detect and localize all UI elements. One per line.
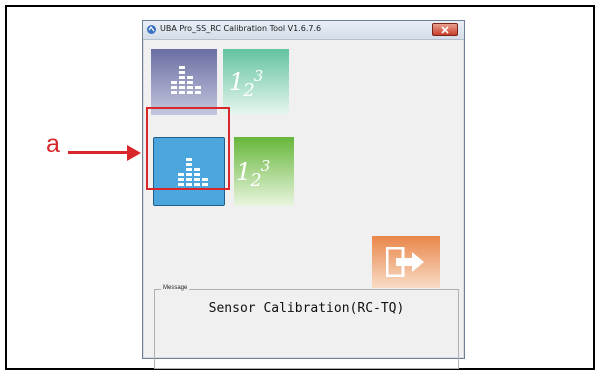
close-button[interactable] <box>432 23 458 36</box>
numeric-tile-rc-tq[interactable]: 123 <box>234 137 294 206</box>
number-123-icon: 123 <box>229 67 263 101</box>
callout-arrow-line <box>68 151 128 154</box>
sensor-calibration-tile-rc-tc[interactable] <box>151 49 217 115</box>
client-area: 123 123 Message Sensor Calibration(RC-TQ… <box>144 40 463 369</box>
message-text: Sensor Calibration(RC-TQ) <box>208 301 405 316</box>
number-123-icon: 123 <box>236 157 270 191</box>
callout-label: a <box>46 130 60 158</box>
title-bar[interactable]: UBA Pro_SS_RC Calibration Tool V1.6.7.6 <box>143 21 464 40</box>
highlight-box <box>146 107 230 190</box>
close-icon <box>441 25 449 34</box>
exit-icon <box>386 247 424 277</box>
message-legend: Message <box>161 285 190 291</box>
message-groupbox: Message Sensor Calibration(RC-TQ) <box>154 285 459 369</box>
callout-arrow-head-icon <box>127 145 141 161</box>
window-title: UBA Pro_SS_RC Calibration Tool V1.6.7.6 <box>160 24 322 33</box>
exit-tile[interactable] <box>372 236 440 288</box>
bar-chart-icon <box>171 66 201 94</box>
numeric-tile-rc-tc[interactable]: 123 <box>223 49 289 115</box>
app-icon <box>147 25 156 34</box>
